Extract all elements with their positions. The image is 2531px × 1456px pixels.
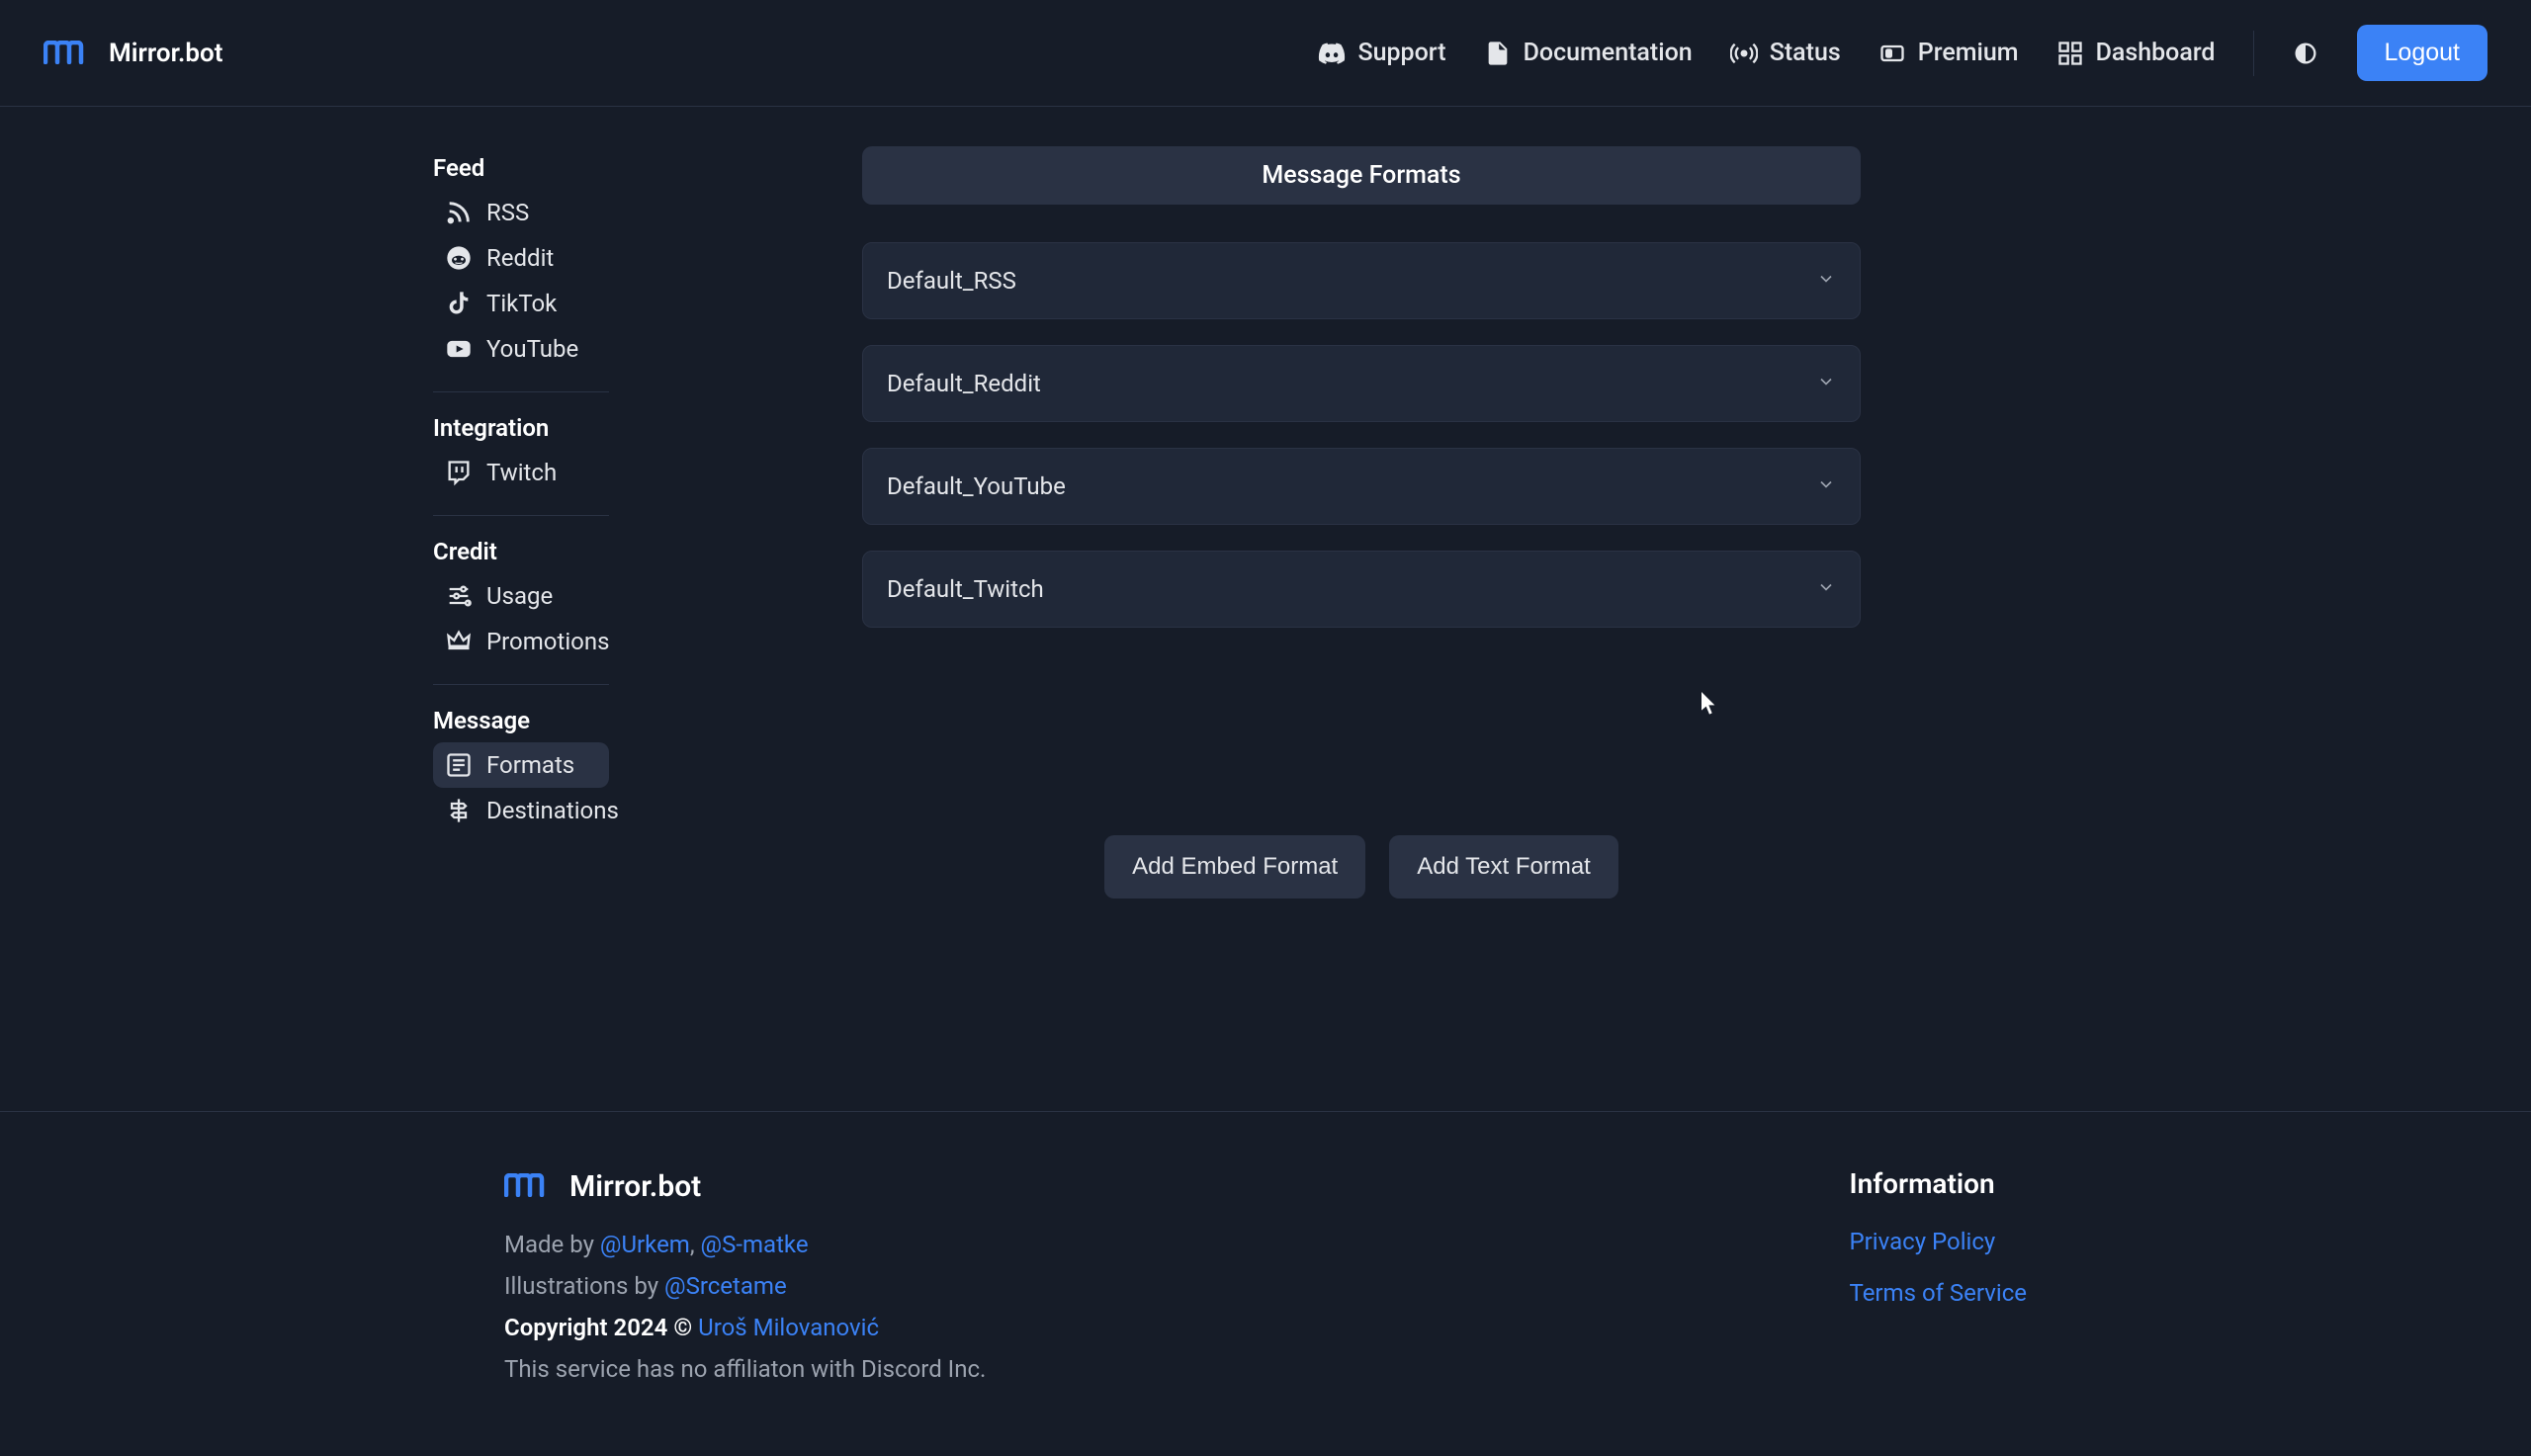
cursor-icon xyxy=(1701,692,1718,721)
nav-dashboard[interactable]: Dashboard xyxy=(2056,39,2216,67)
sidebar-item-promotions[interactable]: Promotions xyxy=(433,619,609,664)
broadcast-icon xyxy=(1730,40,1758,67)
sidebar-group-feed: Feed xyxy=(433,146,609,190)
document-icon xyxy=(1484,40,1512,67)
crown-icon xyxy=(445,628,473,655)
sidebar-item-label: Twitch xyxy=(486,459,557,486)
footer-info-title: Information xyxy=(1850,1167,2027,1200)
logout-button[interactable]: Logout xyxy=(2357,25,2487,81)
header-nav: Support Documentation Status Premium Das… xyxy=(1318,25,2487,81)
nav-status[interactable]: Status xyxy=(1730,39,1841,67)
format-row-reddit[interactable]: Default_Reddit xyxy=(862,345,1861,422)
chevron-down-icon xyxy=(1816,472,1836,500)
footer-link-privacy[interactable]: Privacy Policy xyxy=(1850,1228,2027,1255)
sidebar-group-credit: Credit xyxy=(433,530,609,573)
footer-text: Copyright 2024 © xyxy=(504,1314,698,1341)
discord-icon xyxy=(1318,40,1346,67)
footer-link-smatke[interactable]: @S-matke xyxy=(701,1231,809,1258)
footer-made-by: Made by @Urkem, @S-matke xyxy=(504,1231,986,1258)
add-embed-format-button[interactable]: Add Embed Format xyxy=(1104,835,1365,899)
sliders-icon xyxy=(445,582,473,610)
format-row-rss[interactable]: Default_RSS xyxy=(862,242,1861,319)
footer: Mirror.bot Made by @Urkem, @S-matke Illu… xyxy=(0,1111,2531,1456)
nav-documentation[interactable]: Documentation xyxy=(1484,39,1693,67)
dashboard-icon xyxy=(2056,40,2084,67)
footer-disclaimer: This service has no affiliaton with Disc… xyxy=(504,1355,986,1383)
sidebar-item-label: Reddit xyxy=(486,244,554,272)
footer-brand-name: Mirror.bot xyxy=(569,1169,701,1204)
tiktok-icon xyxy=(445,290,473,317)
sidebar-item-label: Promotions xyxy=(486,628,609,655)
sidebar-item-tiktok[interactable]: TikTok xyxy=(433,281,609,326)
format-label: Default_Reddit xyxy=(887,370,1041,397)
brand-name: Mirror.bot xyxy=(109,39,223,68)
youtube-icon xyxy=(445,335,473,363)
nav-support[interactable]: Support xyxy=(1318,39,1445,67)
sidebar-divider xyxy=(433,391,609,392)
twitch-icon xyxy=(445,459,473,486)
format-row-twitch[interactable]: Default_Twitch xyxy=(862,551,1861,628)
sidebar-item-label: TikTok xyxy=(486,290,557,317)
sidebar-item-label: Destinations xyxy=(486,797,619,824)
sidebar-item-label: Usage xyxy=(486,582,553,610)
format-row-youtube[interactable]: Default_YouTube xyxy=(862,448,1861,525)
header: Mirror.bot Support Documentation Status … xyxy=(0,0,2531,107)
sidebar-item-formats[interactable]: Formats xyxy=(433,742,609,788)
sidebar-divider xyxy=(433,684,609,685)
brand-logo-icon xyxy=(504,1167,552,1205)
nav-dashboard-label: Dashboard xyxy=(2096,39,2216,67)
nav-status-label: Status xyxy=(1770,39,1841,67)
chevron-down-icon xyxy=(1816,370,1836,397)
chevron-down-icon xyxy=(1816,575,1836,603)
footer-link-srcetame[interactable]: @Srcetame xyxy=(664,1272,787,1300)
footer-text: Illustrations by xyxy=(504,1272,664,1300)
footer-text: Made by xyxy=(504,1231,600,1258)
format-label: Default_YouTube xyxy=(887,472,1066,500)
sidebar-divider xyxy=(433,515,609,516)
chevron-down-icon xyxy=(1816,267,1836,295)
footer-text: , xyxy=(690,1231,701,1258)
nav-premium[interactable]: Premium xyxy=(1878,39,2019,67)
footer-copyright: Copyright 2024 © Uroš Milovanović xyxy=(504,1314,986,1341)
sidebar-item-twitch[interactable]: Twitch xyxy=(433,450,609,495)
nav-support-label: Support xyxy=(1357,39,1445,67)
footer-brand[interactable]: Mirror.bot xyxy=(504,1167,986,1205)
sidebar-item-reddit[interactable]: Reddit xyxy=(433,235,609,281)
sidebar-item-label: RSS xyxy=(486,199,529,226)
add-text-format-button[interactable]: Add Text Format xyxy=(1389,835,1618,899)
signpost-icon xyxy=(445,797,473,824)
premium-icon xyxy=(1878,40,1906,67)
sidebar-group-message: Message xyxy=(433,699,609,742)
sidebar-item-destinations[interactable]: Destinations xyxy=(433,788,609,833)
main-content: Message Formats Default_RSS Default_Redd… xyxy=(862,146,1861,1111)
nav-premium-label: Premium xyxy=(1918,39,2019,67)
format-label: Default_Twitch xyxy=(887,575,1044,603)
page-title: Message Formats xyxy=(862,146,1861,205)
reddit-icon xyxy=(445,244,473,272)
sidebar: Feed RSS Reddit TikTok YouTube Integrati… xyxy=(433,146,609,1111)
format-label: Default_RSS xyxy=(887,267,1016,295)
sidebar-group-integration: Integration xyxy=(433,406,609,450)
theme-toggle[interactable] xyxy=(2292,40,2319,67)
rss-icon xyxy=(445,199,473,226)
layout-icon xyxy=(445,751,473,779)
footer-link-terms[interactable]: Terms of Service xyxy=(1850,1279,2027,1307)
brand[interactable]: Mirror.bot xyxy=(44,35,223,72)
footer-link-author[interactable]: Uroš Milovanović xyxy=(698,1314,879,1341)
sidebar-item-usage[interactable]: Usage xyxy=(433,573,609,619)
sidebar-item-youtube[interactable]: YouTube xyxy=(433,326,609,372)
nav-divider xyxy=(2253,31,2254,76)
sidebar-item-label: YouTube xyxy=(486,335,578,363)
footer-illustrations: Illustrations by @Srcetame xyxy=(504,1272,986,1300)
sidebar-item-rss[interactable]: RSS xyxy=(433,190,609,235)
footer-link-urkem[interactable]: @Urkem xyxy=(600,1231,690,1258)
sidebar-item-label: Formats xyxy=(486,751,574,779)
dark-mode-icon xyxy=(2292,40,2319,67)
brand-logo-icon xyxy=(44,35,91,72)
nav-documentation-label: Documentation xyxy=(1524,39,1693,67)
